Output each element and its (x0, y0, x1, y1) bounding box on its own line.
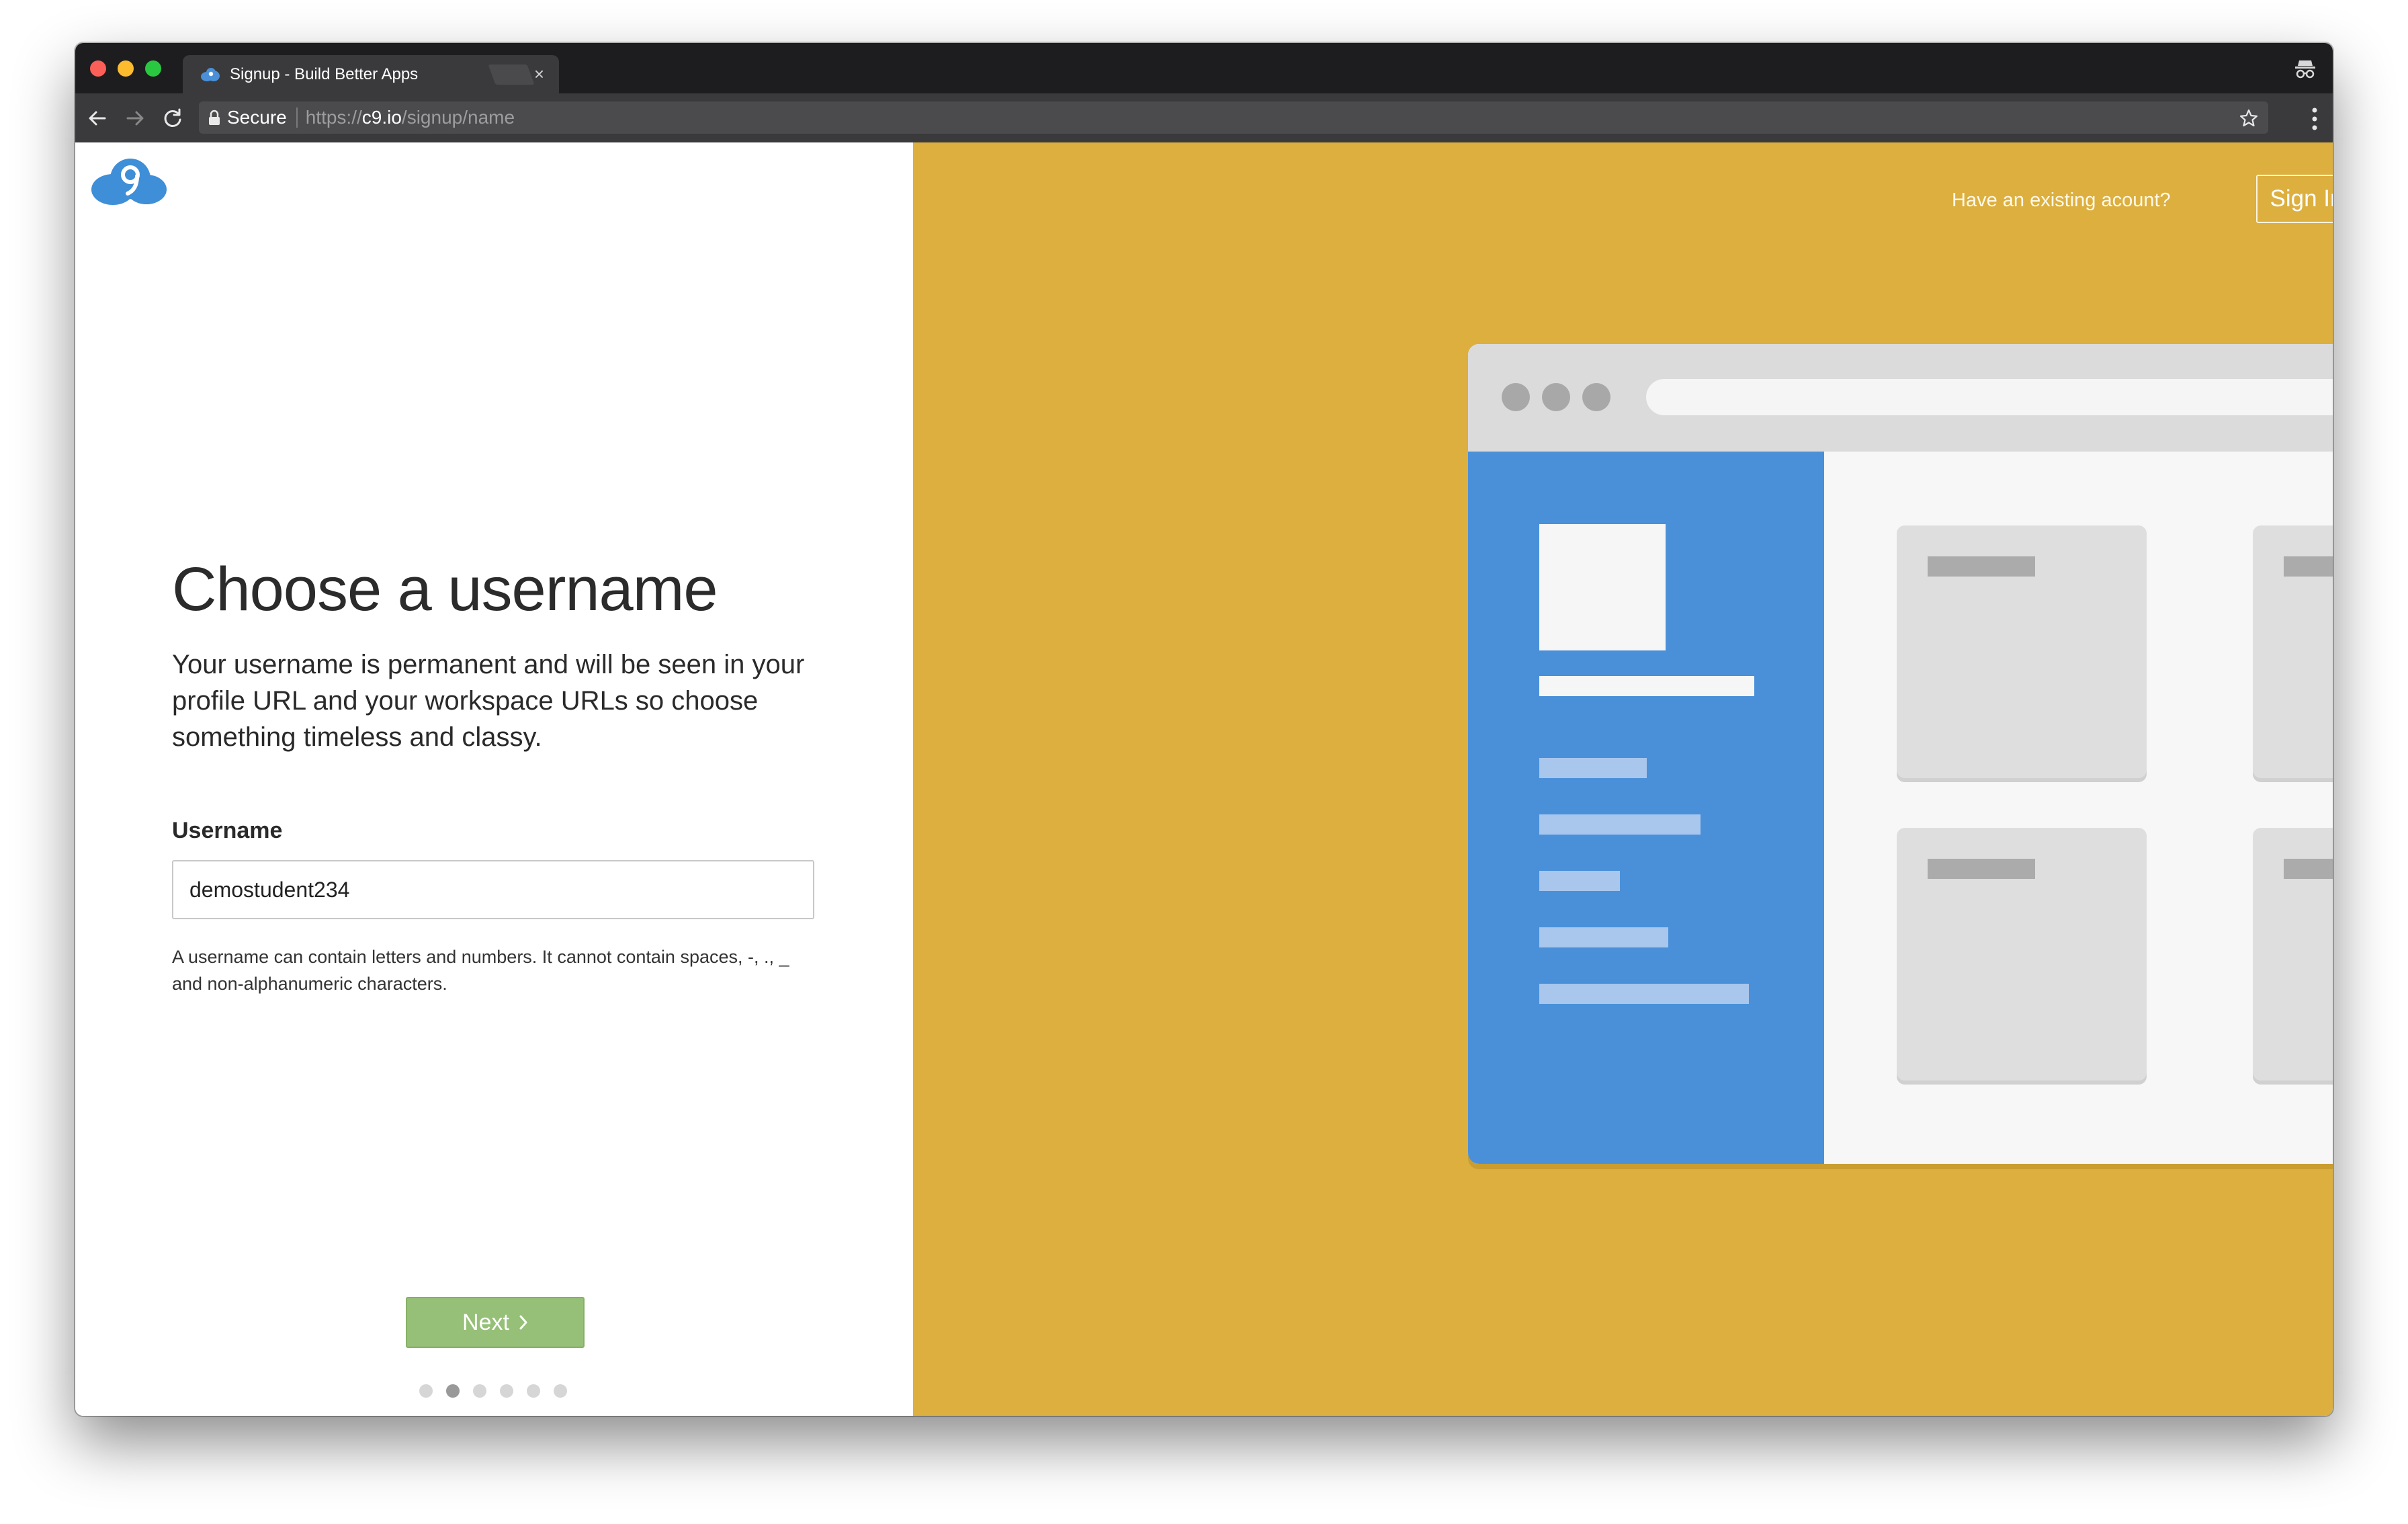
minimize-window-button[interactable] (118, 60, 134, 77)
page-title: Choose a username (172, 555, 718, 624)
new-tab-button[interactable] (488, 65, 535, 85)
illustration-menu-bar (1539, 814, 1701, 835)
url-host: c9.io (361, 107, 402, 128)
illustration-card-bar (2284, 859, 2333, 879)
url-text: https://c9.io/signup/name (306, 107, 515, 128)
existing-account-text: Have an existing acount? (1952, 189, 2171, 211)
username-label: Username (172, 818, 283, 843)
illustration-menu-bar (1539, 984, 1749, 1004)
url-separator (296, 108, 298, 128)
signup-form-panel: Choose a username Your username is perma… (75, 142, 913, 1416)
illustration-card-bar (1928, 859, 2035, 879)
close-window-button[interactable] (90, 60, 106, 77)
browser-window: Signup - Build Better Apps × Secure http… (75, 43, 2333, 1416)
step-dot (500, 1384, 513, 1398)
cloud9-favicon-icon (201, 67, 220, 81)
illustration-card (1897, 525, 2147, 778)
illustration-browser-chrome (1468, 344, 2333, 452)
illustration-sidebar (1468, 452, 1824, 1164)
maximize-window-button[interactable] (145, 60, 161, 77)
illustration-dot (1542, 383, 1570, 411)
address-bar[interactable]: Secure https://c9.io/signup/name (199, 101, 2268, 134)
step-dot (473, 1384, 486, 1398)
back-arrow-icon[interactable] (85, 105, 110, 131)
illustration-card-bar (2284, 556, 2333, 577)
illustration-browser-frame (1468, 344, 2333, 1164)
step-dot (527, 1384, 540, 1398)
menu-icon[interactable] (2311, 107, 2318, 131)
reload-icon[interactable] (160, 105, 185, 131)
sign-in-button[interactable]: Sign In (2256, 175, 2333, 223)
next-button[interactable]: Next (406, 1297, 585, 1348)
illustration-menu-bar (1539, 927, 1668, 947)
illustration-menu-bar (1539, 758, 1647, 778)
step-dot (446, 1384, 460, 1398)
illustration-dot (1502, 383, 1530, 411)
illustration-card (2253, 828, 2333, 1081)
secure-label: Secure (227, 107, 287, 128)
incognito-icon (2295, 60, 2315, 79)
lock-icon (209, 110, 220, 125)
illustration-panel: Have an existing acount? Sign In (913, 142, 2333, 1416)
signup-page: Choose a username Your username is perma… (75, 142, 2333, 1416)
tab-title: Signup - Build Better Apps (230, 65, 419, 83)
next-label: Next (462, 1309, 509, 1335)
page-description: Your username is permanent and will be s… (172, 650, 805, 752)
illustration-url-bar (1646, 379, 2333, 415)
username-input[interactable] (172, 860, 814, 919)
illustration-menu-bar (1539, 871, 1620, 891)
cloud9-logo[interactable] (90, 156, 168, 206)
star-icon[interactable] (2239, 108, 2259, 128)
forward-arrow-icon[interactable] (122, 105, 148, 131)
tab-close-icon[interactable]: × (534, 65, 544, 83)
workspace-illustration (1468, 344, 2333, 1171)
illustration-dot (1582, 383, 1610, 411)
illustration-avatar (1539, 524, 1666, 650)
step-dot (419, 1384, 433, 1398)
chevron-right-icon (519, 1315, 527, 1330)
illustration-name-bar (1539, 676, 1754, 696)
illustration-card (2253, 525, 2333, 778)
username-hint: A username can contain letters and numbe… (172, 947, 789, 994)
illustration-card (1897, 828, 2147, 1081)
tab-bar: Signup - Build Better Apps × (75, 43, 2333, 93)
step-indicator (419, 1384, 567, 1398)
browser-toolbar: Secure https://c9.io/signup/name (75, 93, 2333, 143)
url-path: /signup/name (401, 107, 515, 128)
url-scheme: https:// (305, 107, 362, 128)
illustration-card-bar (1928, 556, 2035, 577)
step-dot (554, 1384, 567, 1398)
